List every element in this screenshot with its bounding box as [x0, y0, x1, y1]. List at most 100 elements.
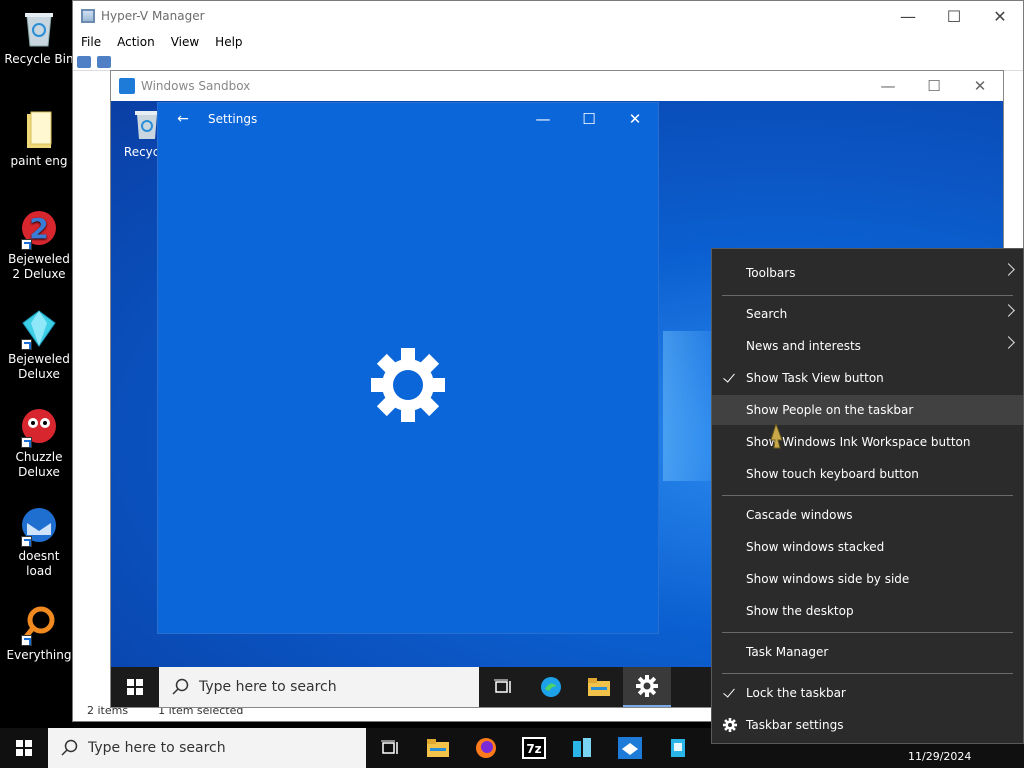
menu-item-taskbar-settings[interactable]: Taskbar settings — [712, 710, 1023, 740]
menu-item-task-manager[interactable]: Task Manager — [712, 637, 1023, 667]
settings-close-button[interactable]: ✕ — [612, 103, 658, 135]
hyperv-title-bar[interactable]: Hyper-V Manager — [73, 1, 1023, 31]
settings-window-controls: — ☐ ✕ — [520, 103, 658, 135]
sandbox-minimize-button[interactable]: — — [865, 71, 911, 101]
maximize-button[interactable]: ☐ — [931, 1, 977, 31]
sandbox-taskbar-button[interactable] — [606, 728, 654, 768]
menu-item-search[interactable]: Search — [712, 299, 1023, 329]
search-icon — [172, 678, 189, 695]
desktop-icon-label: Bejeweled Deluxe — [8, 352, 70, 381]
menu-item-show-people[interactable]: Show People on the taskbar — [712, 395, 1023, 425]
firefox-icon — [476, 738, 496, 758]
back-arrow-button[interactable]: ← — [158, 111, 208, 127]
desktop-icon-recycle-bin[interactable]: Recycle Bin — [4, 8, 74, 67]
menu-help[interactable]: Help — [215, 35, 242, 49]
back-arrow-icon[interactable] — [77, 55, 91, 68]
checkmark-icon — [723, 370, 735, 383]
menu-item-lock-taskbar[interactable]: Lock the taskbar — [712, 678, 1023, 708]
hyperv-taskbar-button[interactable] — [654, 728, 702, 768]
task-view-icon — [381, 740, 398, 754]
desktop-icon-chuzzle[interactable]: Chuzzle Deluxe — [4, 406, 74, 480]
hyperv-app-icon — [81, 9, 95, 23]
menu-separator — [722, 673, 1013, 674]
settings-title: Settings — [208, 112, 258, 126]
sandbox-search-box[interactable]: Type here to search — [159, 667, 479, 707]
edge-icon — [541, 677, 561, 697]
desktop-icon-doesnt-load[interactable]: doesnt load — [4, 505, 74, 579]
hyperv-menu-bar: File Action View Help — [73, 31, 1023, 53]
sandbox-close-button[interactable]: ✕ — [957, 71, 1003, 101]
settings-window: ← Settings — ☐ ✕ — [157, 102, 659, 634]
task-view-button[interactable] — [479, 667, 527, 707]
mouse-cursor-icon — [770, 422, 788, 453]
menu-item-show-touch-keyboard[interactable]: Show touch keyboard button — [712, 459, 1023, 489]
desktop-icon-everything[interactable]: Everything — [4, 604, 74, 663]
sandbox-app-icon — [119, 78, 135, 94]
menu-item-cascade-windows[interactable]: Cascade windows — [712, 500, 1023, 530]
settings-maximize-button[interactable]: ☐ — [566, 103, 612, 135]
folder-icon — [19, 110, 59, 150]
menu-item-windows-side-by-side[interactable]: Show windows side by side — [712, 564, 1023, 594]
settings-minimize-button[interactable]: — — [520, 103, 566, 135]
7zip-icon: 7z — [522, 737, 546, 759]
desktop-icon-label: paint eng — [10, 154, 68, 168]
recycle-bin-icon — [19, 8, 59, 48]
taskbar-context-menu: Toolbars Search News and interests Show … — [711, 248, 1024, 744]
hyperv-icon — [671, 739, 685, 757]
desktop-icon-label: Chuzzle Deluxe — [15, 450, 63, 479]
sandbox-search-placeholder: Type here to search — [199, 679, 337, 695]
7zip-taskbar-button[interactable]: 7z — [510, 728, 558, 768]
menu-item-show-task-view[interactable]: Show Task View button — [712, 363, 1023, 393]
menu-item-windows-stacked[interactable]: Show windows stacked — [712, 532, 1023, 562]
forward-arrow-icon[interactable] — [97, 55, 111, 68]
chevron-right-icon — [1002, 304, 1015, 317]
desktop-icon-label: Recycle Bin — [4, 52, 74, 66]
firefox-taskbar-button[interactable] — [462, 728, 510, 768]
folder-icon — [588, 678, 610, 696]
everything-search-icon — [19, 604, 59, 646]
close-button[interactable]: ✕ — [977, 1, 1023, 31]
windows-icon — [127, 679, 143, 695]
hyperv-window-controls: — ☐ ✕ — [885, 1, 1023, 31]
bejeweled-icon — [19, 308, 59, 350]
sandbox-window-controls: — ☐ ✕ — [865, 71, 1003, 101]
chuzzle-icon — [19, 406, 59, 448]
windows-icon — [16, 740, 32, 756]
gear-icon — [723, 718, 737, 735]
menu-separator — [722, 295, 1013, 296]
sandbox-maximize-button[interactable]: ☐ — [911, 71, 957, 101]
desktop-icon-paint-eng[interactable]: paint eng — [4, 110, 74, 169]
svg-text:7z: 7z — [526, 742, 541, 756]
desktop-icon-bejeweled[interactable]: Bejeweled Deluxe — [4, 308, 74, 382]
hyperv-tree-pane — [73, 81, 113, 701]
minimize-button[interactable]: — — [885, 1, 931, 31]
task-view-button[interactable] — [366, 728, 414, 768]
menu-item-toolbars[interactable]: Toolbars — [712, 258, 1023, 288]
explorer-taskbar-button[interactable] — [414, 728, 462, 768]
menu-item-show-ink-workspace[interactable]: Show Windows Ink Workspace button — [712, 427, 1023, 457]
settings-taskbar-button[interactable] — [623, 667, 671, 707]
desktop-icon-label: Everything — [6, 648, 72, 662]
bejeweled2-icon: 2 — [19, 208, 59, 250]
sandbox-title: Windows Sandbox — [141, 79, 251, 93]
menu-action[interactable]: Action — [117, 35, 155, 49]
edge-taskbar-button[interactable] — [527, 667, 575, 707]
checkmark-icon — [723, 685, 735, 698]
gear-icon — [636, 675, 658, 697]
explorer-taskbar-button[interactable] — [575, 667, 623, 707]
desktop-icon-bejeweled2[interactable]: 2 Bejeweled 2 Deluxe — [4, 208, 74, 282]
app-taskbar-button[interactable] — [558, 728, 606, 768]
start-button[interactable] — [0, 728, 48, 768]
menu-view[interactable]: View — [171, 35, 199, 49]
menu-file[interactable]: File — [81, 35, 101, 49]
thunderbird-icon — [19, 505, 59, 547]
menu-item-show-desktop[interactable]: Show the desktop — [712, 596, 1023, 626]
taskbar-search-box[interactable]: Type here to search — [48, 728, 366, 768]
menu-item-news-and-interests[interactable]: News and interests — [712, 331, 1023, 361]
sandbox-start-button[interactable] — [111, 667, 159, 707]
server-stack-icon — [573, 738, 591, 757]
taskbar-search-placeholder: Type here to search — [88, 740, 226, 756]
desktop-icon-label: Bejeweled 2 Deluxe — [8, 252, 70, 281]
taskbar-date[interactable]: 11/29/2024 — [908, 750, 971, 763]
svg-text:2: 2 — [29, 212, 48, 245]
